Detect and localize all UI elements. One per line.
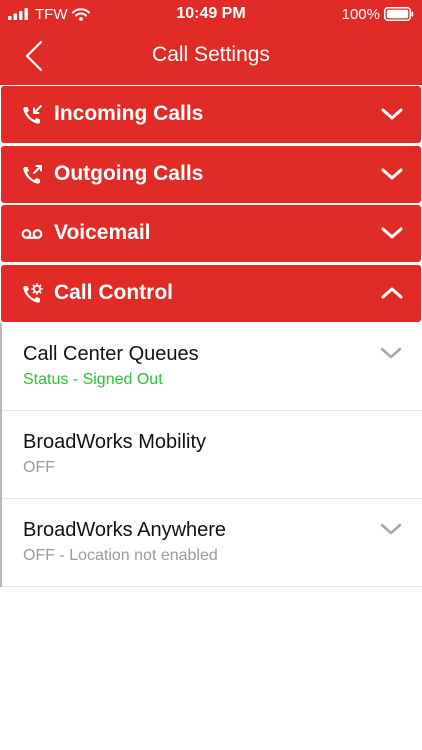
chevron-down-icon[interactable]: [380, 522, 402, 536]
voicemail-icon: [21, 229, 43, 239]
incoming-call-icon: [23, 105, 42, 124]
item-title: Call Center Queues: [23, 343, 199, 365]
status-right: 100%: [342, 5, 414, 23]
outgoing-call-icon: [23, 165, 42, 184]
item-status: OFF - Location not enabled: [23, 547, 218, 564]
item-status: OFF: [23, 459, 55, 476]
list-item-broadworks-mobility[interactable]: BroadWorks Mobility OFF: [2, 411, 422, 499]
call-control-icon: [23, 283, 43, 303]
item-status: Status - Signed Out: [23, 371, 163, 388]
chevron-down-icon[interactable]: [380, 346, 402, 360]
chevron-down-icon: [381, 108, 403, 120]
status-bar: TFW 10:49 PM 100%: [0, 0, 422, 28]
section-label: Outgoing Calls: [54, 162, 204, 185]
section-label: Voicemail: [54, 221, 151, 244]
item-title: BroadWorks Anywhere: [23, 519, 227, 541]
battery-percentage: 100%: [341, 5, 380, 23]
chevron-down-icon: [381, 227, 403, 239]
section-call-control[interactable]: Call Control: [1, 265, 421, 322]
navigation-bar: Call Settings: [0, 28, 422, 85]
battery-icon: [384, 7, 414, 21]
section-incoming-calls[interactable]: Incoming Calls: [1, 86, 421, 143]
call-control-list: Call Center Queues Status - Signed Out B…: [0, 323, 422, 587]
item-title: BroadWorks Mobility: [23, 431, 207, 453]
chevron-down-icon: [381, 168, 403, 180]
section-label: Incoming Calls: [54, 102, 204, 125]
section-voicemail[interactable]: Voicemail: [1, 205, 421, 262]
chevron-up-icon: [381, 287, 403, 299]
section-label: Call Control: [54, 281, 173, 304]
list-item-broadworks-anywhere[interactable]: BroadWorks Anywhere OFF - Location not e…: [2, 499, 422, 587]
page-title: Call Settings: [152, 43, 270, 66]
list-item-call-center-queues[interactable]: Call Center Queues Status - Signed Out: [2, 323, 422, 411]
section-outgoing-calls[interactable]: Outgoing Calls: [1, 146, 421, 203]
